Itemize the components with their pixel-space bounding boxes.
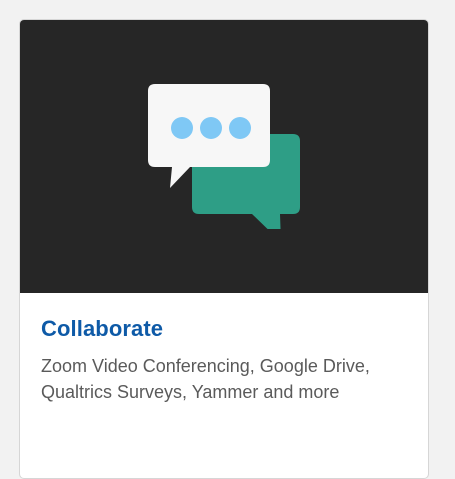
collaborate-card[interactable]: Collaborate Zoom Video Conferencing, Goo… [19, 19, 429, 479]
card-title[interactable]: Collaborate [41, 312, 411, 346]
card-hero-image [20, 20, 428, 293]
chat-bubbles-icon [148, 84, 300, 229]
card-description: Zoom Video Conferencing, Google Drive, Q… [41, 356, 370, 402]
dot-1 [171, 117, 193, 139]
dot-2 [200, 117, 222, 139]
dot-3 [229, 117, 251, 139]
card-body: Collaborate Zoom Video Conferencing, Goo… [41, 312, 411, 405]
